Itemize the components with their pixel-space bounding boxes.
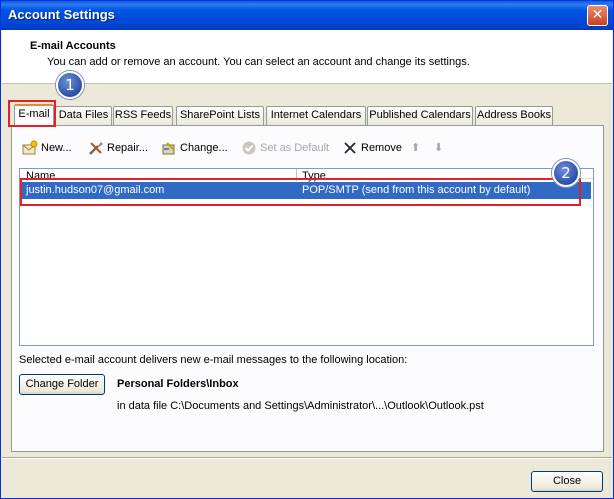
remove-x-icon <box>342 140 358 156</box>
repair-tools-icon <box>88 140 104 156</box>
account-settings-dialog: Account Settings ✕ E-mail Accounts You c… <box>0 0 614 499</box>
remove-account-label: Remove <box>361 142 402 154</box>
footer-divider <box>2 457 612 459</box>
down-arrow-icon: ⬇ <box>434 142 444 154</box>
repair-account-label: Repair... <box>107 142 148 154</box>
header-subtitle: You can add or remove an account. You ca… <box>47 56 470 68</box>
move-down-button[interactable]: ⬇ <box>434 138 443 158</box>
data-file-path: in data file C:\Documents and Settings\A… <box>117 400 484 412</box>
tab-published-calendars[interactable]: Published Calendars <box>367 106 473 125</box>
delivery-folder: Personal Folders\Inbox <box>117 378 239 390</box>
move-up-button[interactable]: ⬆ <box>411 138 420 158</box>
account-row-highlight <box>20 178 581 206</box>
new-account-button[interactable]: New... <box>22 138 72 158</box>
change-settings-icon <box>161 140 177 156</box>
title-bar[interactable]: Account Settings ✕ <box>1 1 613 30</box>
tab-data-files[interactable]: Data Files <box>55 106 112 125</box>
new-account-label: New... <box>41 142 72 154</box>
set-as-default-label: Set as Default <box>260 142 330 154</box>
dialog-header: E-mail Accounts You can add or remove an… <box>2 30 612 84</box>
close-button[interactable]: Close <box>531 471 603 492</box>
repair-account-button[interactable]: Repair... <box>88 138 148 158</box>
header-title: E-mail Accounts <box>30 40 116 52</box>
change-account-button[interactable]: Change... <box>161 138 228 158</box>
change-folder-button[interactable]: Change Folder <box>19 374 105 395</box>
delivery-description: Selected e-mail account delivers new e-m… <box>19 354 408 366</box>
checkmark-circle-icon <box>241 140 257 156</box>
callout-badge-1: 1 <box>56 71 84 99</box>
set-as-default-button[interactable]: Set as Default <box>241 138 329 158</box>
close-window-button[interactable]: ✕ <box>587 5 608 26</box>
callout-badge-2: 2 <box>552 159 580 187</box>
tab-address-books[interactable]: Address Books <box>475 106 553 125</box>
window-title: Account Settings <box>8 7 115 22</box>
email-tab-highlight <box>8 100 56 127</box>
remove-account-button[interactable]: Remove <box>342 138 402 158</box>
new-mail-icon <box>22 140 38 156</box>
tab-internet-calendars[interactable]: Internet Calendars <box>266 106 366 125</box>
up-arrow-icon: ⬆ <box>411 142 421 154</box>
tab-sharepoint-lists[interactable]: SharePoint Lists <box>176 106 264 125</box>
tab-rss-feeds[interactable]: RSS Feeds <box>113 106 173 125</box>
change-account-label: Change... <box>180 142 228 154</box>
